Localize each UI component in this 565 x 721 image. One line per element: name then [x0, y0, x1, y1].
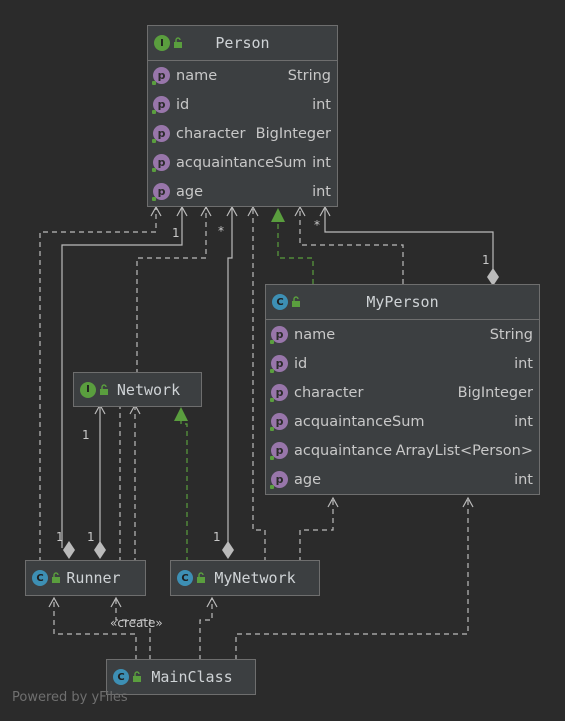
field-row[interactable]: p id int — [266, 349, 539, 378]
lock-icon — [292, 296, 300, 307]
field-type: int — [312, 154, 331, 171]
field-list: p name String p id int p character BigInteger p ac… — [266, 320, 539, 494]
multiplicity-label: 1 — [87, 530, 95, 544]
field-type: int — [312, 96, 331, 113]
field-type: int — [514, 471, 533, 488]
field-type: ArrayList<Person> — [395, 442, 533, 459]
field-type: String — [489, 326, 533, 343]
edge-mynetwork-network-realization — [180, 420, 188, 562]
field-name: age — [176, 183, 204, 200]
create-stereotype-label: «create» — [110, 616, 163, 630]
interface-icon: I — [154, 35, 170, 51]
field-name: character — [176, 125, 246, 142]
property-icon: p — [152, 183, 170, 201]
edge-myperson-person-realization — [277, 222, 314, 284]
node-title: MainClass — [151, 668, 233, 686]
edge-mynetwork-myperson-dependency — [299, 498, 334, 562]
field-name: acquaintance — [294, 442, 393, 459]
class-icon: C — [272, 294, 288, 310]
field-name: name — [176, 67, 218, 84]
field-row[interactable]: p character BigInteger — [266, 378, 539, 407]
myperson-class-node[interactable]: C MyPerson p name String p id int p character Bi… — [265, 284, 540, 495]
edge-myperson-person-aggregation — [324, 207, 494, 270]
aggregation-diamond-mynetwork — [222, 541, 234, 559]
realization-arrowhead-network — [174, 407, 188, 421]
node-header: C MainClass — [107, 660, 255, 694]
field-row[interactable]: p age int — [266, 465, 539, 494]
property-icon: p — [152, 67, 170, 85]
node-title: Person — [215, 34, 270, 52]
edge-mynetwork-person-dependency — [252, 207, 266, 562]
field-name: name — [294, 326, 336, 343]
lock-icon — [197, 572, 205, 583]
property-icon: p — [270, 471, 288, 489]
field-list: p name String p id int p character BigInteger p ac… — [148, 61, 337, 206]
lock-icon — [100, 383, 108, 395]
field-row[interactable]: p acquaintance ArrayList<Person> — [266, 436, 539, 465]
class-icon: C — [113, 669, 129, 685]
field-row[interactable]: p age int — [148, 177, 337, 206]
lock-icon — [52, 572, 60, 583]
field-type: int — [514, 355, 533, 372]
field-type: int — [312, 183, 331, 200]
property-icon: p — [270, 384, 288, 402]
class-icon: C — [32, 570, 48, 586]
network-interface-node[interactable]: I Network — [73, 372, 202, 407]
field-row[interactable]: p id int — [148, 90, 337, 119]
property-icon: p — [270, 355, 288, 373]
field-name: character — [294, 384, 364, 401]
multiplicity-label: * — [314, 218, 320, 232]
field-row[interactable]: p name String — [266, 320, 539, 349]
field-row[interactable]: p name String — [148, 61, 337, 90]
lock-icon — [174, 37, 182, 48]
field-row[interactable]: p acquaintanceSum int — [266, 407, 539, 436]
property-icon: p — [270, 413, 288, 431]
edge-mainclass-mynetwork-dependency — [199, 598, 213, 660]
node-header: I Network — [74, 373, 201, 406]
multiplicity-label: * — [218, 224, 224, 238]
powered-by-footer: Powered by yFiles — [12, 690, 128, 705]
property-icon: p — [152, 96, 170, 114]
field-name: age — [294, 471, 322, 488]
field-type: BigInteger — [255, 125, 331, 142]
multiplicity-label: 1 — [213, 530, 221, 544]
property-icon: p — [152, 125, 170, 143]
person-interface-node[interactable]: I Person p name String p id int p character BigI… — [147, 25, 338, 207]
interface-icon: I — [80, 381, 96, 398]
field-name: id — [176, 96, 190, 113]
property-icon: p — [270, 442, 288, 460]
class-icon: C — [177, 570, 193, 586]
multiplicity-label: 1 — [482, 253, 490, 267]
aggregation-diamond-runner-network — [94, 541, 106, 559]
node-header: C MyPerson — [266, 285, 539, 320]
field-type: BigInteger — [457, 384, 533, 401]
field-name: acquaintanceSum — [176, 154, 307, 171]
node-header: I Person — [148, 26, 337, 61]
mynetwork-class-node[interactable]: C MyNetwork — [170, 560, 320, 596]
field-name: id — [294, 355, 308, 372]
multiplicity-label: 1 — [172, 226, 180, 240]
edge-mynetwork-person-association — [227, 207, 233, 548]
aggregation-diamond-runner-person — [63, 541, 75, 559]
mainclass-class-node[interactable]: C MainClass — [106, 659, 256, 695]
field-name: acquaintanceSum — [294, 413, 425, 430]
field-row[interactable]: p character BigInteger — [148, 119, 337, 148]
property-icon: p — [152, 154, 170, 172]
node-title: Network — [116, 380, 181, 399]
runner-class-node[interactable]: C Runner — [25, 560, 146, 596]
node-header: C MyNetwork — [171, 561, 319, 595]
multiplicity-label: 1 — [82, 428, 90, 442]
field-type: int — [514, 413, 533, 430]
property-icon: p — [270, 326, 288, 344]
lock-icon — [133, 671, 141, 682]
node-title: Runner — [66, 569, 121, 587]
realization-arrowhead-person — [271, 208, 285, 222]
field-type: String — [287, 67, 331, 84]
field-row[interactable]: p acquaintanceSum int — [148, 148, 337, 177]
node-header: C Runner — [26, 561, 145, 595]
node-title: MyNetwork — [214, 569, 296, 587]
multiplicity-label: 1 — [56, 530, 64, 544]
node-title: MyPerson — [366, 293, 439, 311]
